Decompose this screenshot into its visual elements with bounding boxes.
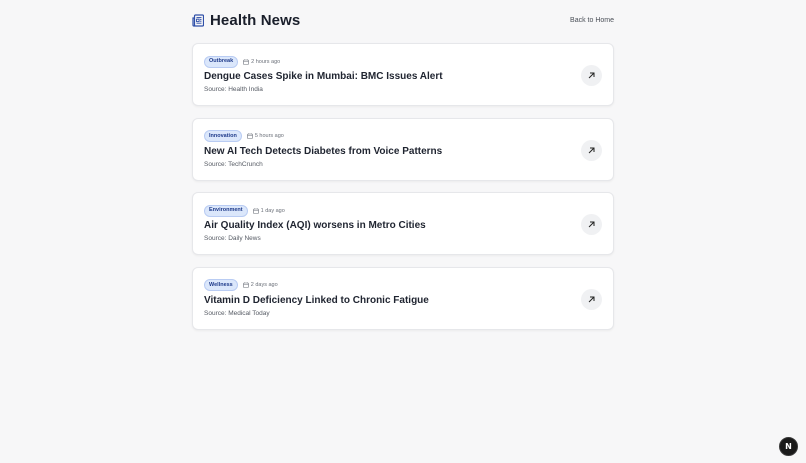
open-article-button[interactable]: [581, 139, 602, 161]
timestamp-text: 1 day ago: [260, 207, 285, 214]
card-meta: Environment 1 day ago: [204, 204, 602, 217]
timestamp: 2 hours ago: [243, 59, 280, 65]
article-title[interactable]: New AI Tech Detects Diabetes from Voice …: [204, 146, 602, 157]
card-meta: Wellness 2 days ago: [204, 279, 602, 291]
timestamp-text: 5 hours ago: [254, 133, 284, 139]
card-meta: Innovation 5 hours ago: [204, 130, 602, 142]
timestamp-text: 2 days ago: [250, 282, 278, 288]
news-card[interactable]: Innovation 5 hours ago New AI Tech Detec…: [192, 117, 614, 181]
nextjs-dev-badge-letter: N: [785, 442, 792, 451]
newspaper-icon: [192, 13, 205, 27]
back-to-home-link[interactable]: Back to Home: [570, 17, 614, 24]
timestamp-text: 2 hours ago: [251, 58, 281, 65]
page: Health News Back to Home Outbreak 2 hour…: [0, 0, 806, 463]
article-title[interactable]: Air Quality Index (AQI) worsens in Metro…: [204, 220, 602, 231]
calendar-icon: [247, 133, 253, 139]
category-badge: Environment: [204, 204, 248, 217]
article-source: Source: Medical Today: [204, 309, 270, 317]
arrow-up-right-icon: [588, 72, 595, 79]
arrow-up-right-icon: [588, 221, 595, 228]
article-source: Source: Daily News: [204, 235, 261, 242]
timestamp: 2 days ago: [242, 282, 278, 288]
open-article-button[interactable]: [581, 214, 602, 235]
category-badge: Innovation: [204, 130, 242, 142]
open-article-button[interactable]: [581, 288, 602, 310]
category-badge: Wellness: [204, 279, 238, 291]
page-title: Health News: [210, 11, 301, 29]
timestamp: 1 day ago: [252, 207, 285, 214]
page-header: Health News Back to Home: [192, 0, 614, 40]
nextjs-dev-badge[interactable]: N: [779, 437, 798, 456]
calendar-icon: [243, 58, 249, 65]
header-title-group: Health News: [192, 12, 300, 29]
card-meta: Outbreak 2 hours ago: [204, 55, 602, 68]
news-card[interactable]: Environment 1 day ago Air Quality Index …: [192, 192, 614, 255]
news-card[interactable]: Wellness 2 days ago Vitamin D Deficiency…: [192, 266, 614, 330]
timestamp: 5 hours ago: [247, 133, 284, 139]
article-source: Source: Health India: [204, 86, 263, 93]
category-badge: Outbreak: [204, 55, 239, 68]
news-list: Outbreak 2 hours ago Dengue Cases Spike …: [192, 43, 614, 341]
open-article-button[interactable]: [581, 65, 602, 86]
article-title[interactable]: Vitamin D Deficiency Linked to Chronic F…: [204, 295, 602, 306]
article-title[interactable]: Dengue Cases Spike in Mumbai: BMC Issues…: [204, 71, 602, 82]
calendar-icon: [252, 207, 259, 214]
article-source: Source: TechCrunch: [204, 160, 263, 168]
news-card[interactable]: Outbreak 2 hours ago Dengue Cases Spike …: [192, 43, 614, 106]
arrow-up-right-icon: [588, 147, 595, 153]
arrow-up-right-icon: [588, 296, 595, 302]
calendar-icon: [242, 282, 249, 288]
